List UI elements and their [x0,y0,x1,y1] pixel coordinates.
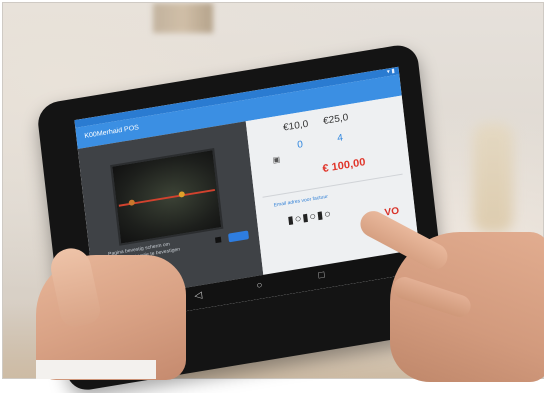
sleeve-cuff [36,360,156,379]
background-jar [153,3,213,33]
home-icon[interactable]: ○ [256,280,263,292]
camera-switch-icon[interactable]: ◼ [214,233,227,245]
camera-preview [110,147,224,246]
price-2[interactable]: €25,0 [323,112,349,127]
camera-marker-left [128,199,136,207]
camera-marker-right [178,191,186,198]
quantity-1[interactable]: 0 [297,139,304,150]
product-icon: ▣ [272,154,281,165]
price-1[interactable]: €10,0 [283,119,309,134]
back-icon[interactable]: ◁ [194,290,203,302]
recents-icon[interactable]: □ [318,270,325,282]
app-title: K00Merhaid POS [84,124,140,140]
scanner-action-button[interactable] [228,230,250,243]
payment-method-icons[interactable]: ▮○▮○▮○ [287,207,332,227]
order-total: € 100,00 [321,156,367,175]
divider [262,173,403,198]
quantity-2[interactable]: 4 [337,133,344,144]
email-invoice-link[interactable]: Email adres voor factuur [273,194,328,209]
background-bottle [473,123,513,233]
